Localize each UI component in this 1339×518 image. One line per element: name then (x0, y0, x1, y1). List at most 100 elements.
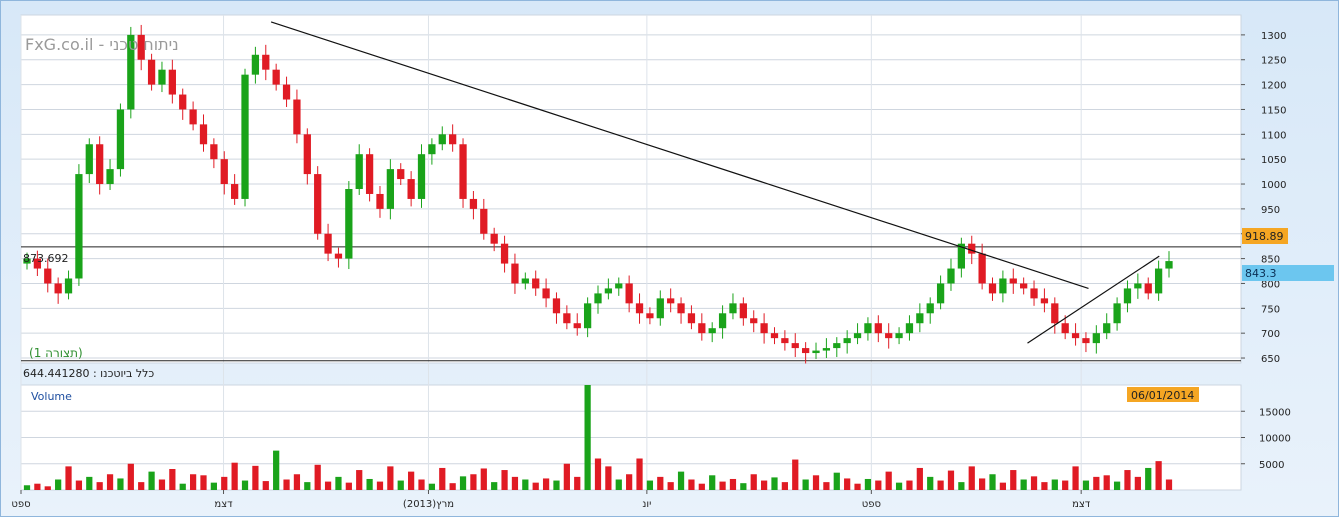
volume-bar (532, 482, 539, 490)
volume-bar (927, 476, 934, 490)
candle-body (179, 94, 187, 110)
volume-bar (273, 450, 280, 490)
candle-body (1071, 333, 1080, 339)
volume-bar (626, 474, 633, 490)
candle-body (532, 278, 540, 289)
current-price-value: 843.3 (1245, 267, 1277, 280)
volume-bar (106, 474, 114, 490)
candle-body (251, 54, 260, 75)
volume-bar (44, 486, 51, 490)
volume-bar (1010, 470, 1017, 490)
volume-bar (833, 472, 840, 490)
candle-body (926, 303, 934, 314)
volume-bar (719, 481, 726, 490)
volume-bar (823, 482, 830, 490)
resistance-badge: 918.89 (1242, 228, 1288, 244)
candle-body (729, 303, 737, 314)
candle-body (552, 298, 561, 314)
price-tick-label: 950 (1261, 205, 1280, 216)
volume-bar (667, 482, 674, 490)
candle-body (667, 298, 675, 304)
volume-bar (252, 465, 259, 490)
volume-bar (937, 480, 944, 490)
volume-axis-ticks: 5000 10000 15000 (1241, 407, 1291, 471)
volume-bar (470, 474, 477, 490)
candle-body (999, 278, 1007, 294)
candle-body (241, 74, 249, 199)
candle-body (397, 169, 405, 180)
volume-bar (189, 474, 197, 490)
candle-body (895, 333, 903, 339)
candle-body (625, 283, 633, 304)
candle-body (833, 343, 841, 349)
volume-bar (854, 483, 861, 490)
volume-bar (1134, 476, 1141, 490)
volume-bar (968, 466, 975, 490)
candle-body (365, 154, 374, 194)
volume-bar (231, 462, 238, 490)
volume-bar (501, 470, 508, 490)
volume-bar (698, 483, 705, 490)
candle-body (521, 278, 529, 284)
volume-bar (356, 470, 363, 490)
candle-body (54, 283, 62, 294)
candle-body (199, 124, 208, 145)
candle-body (459, 144, 467, 199)
volume-bar (729, 478, 737, 490)
candle-body (85, 144, 93, 175)
candle-body (428, 144, 436, 155)
candle-body (1113, 303, 1121, 324)
pattern-label: (תצורה 1) (29, 346, 83, 360)
candle-body (438, 134, 446, 145)
candle-body (220, 159, 228, 185)
candle-body (635, 303, 644, 314)
date-badge-text: 06/01/2014 (1131, 389, 1194, 402)
candle-body (75, 174, 83, 279)
candle-body (864, 323, 872, 334)
volume-bar (740, 483, 747, 490)
volume-bar (304, 482, 311, 490)
price-tick-label: 750 (1261, 304, 1280, 315)
candle-body (417, 154, 426, 199)
volume-bar (148, 471, 155, 490)
volume-bar (408, 471, 415, 490)
volume-bar (96, 482, 103, 490)
x-tick-label: ספט (862, 499, 881, 510)
candle-body (698, 323, 706, 334)
candle-body (407, 179, 415, 199)
candle-body (916, 313, 924, 324)
candle-body (594, 293, 602, 304)
candle-body (604, 288, 613, 294)
volume-bar (563, 463, 570, 490)
candle-body (1123, 288, 1132, 304)
volume-bar (916, 467, 923, 490)
candle-body (791, 343, 799, 349)
volume-bar (542, 478, 550, 490)
volume-bar (491, 482, 498, 490)
candle-body (282, 84, 291, 100)
volume-bar (459, 476, 467, 490)
candle-body (189, 109, 197, 125)
volume-bar (1051, 479, 1058, 490)
volume-bar (605, 466, 612, 490)
candle-body (978, 253, 986, 284)
volume-bar (1145, 467, 1152, 490)
volume-bar (615, 479, 622, 490)
volume-bar (1082, 480, 1090, 490)
volume-bar (1155, 461, 1162, 490)
candle-body (750, 318, 758, 324)
candle-body (1051, 303, 1059, 324)
date-badge: 06/01/2014 (1127, 387, 1199, 402)
volume-bar (23, 485, 31, 490)
volume-tick-label: 15000 (1259, 407, 1291, 418)
volume-bar (522, 479, 529, 490)
candle-body (106, 169, 114, 185)
volume-bar (677, 471, 685, 490)
candle-body (116, 109, 125, 170)
volume-bar (771, 477, 778, 490)
candle-body (573, 323, 581, 329)
candle-body (231, 184, 239, 199)
price-axis-ticks: 6507007508008509009501000105011001150120… (1241, 31, 1286, 365)
candle-body (885, 333, 893, 339)
volume-bar (875, 480, 882, 490)
